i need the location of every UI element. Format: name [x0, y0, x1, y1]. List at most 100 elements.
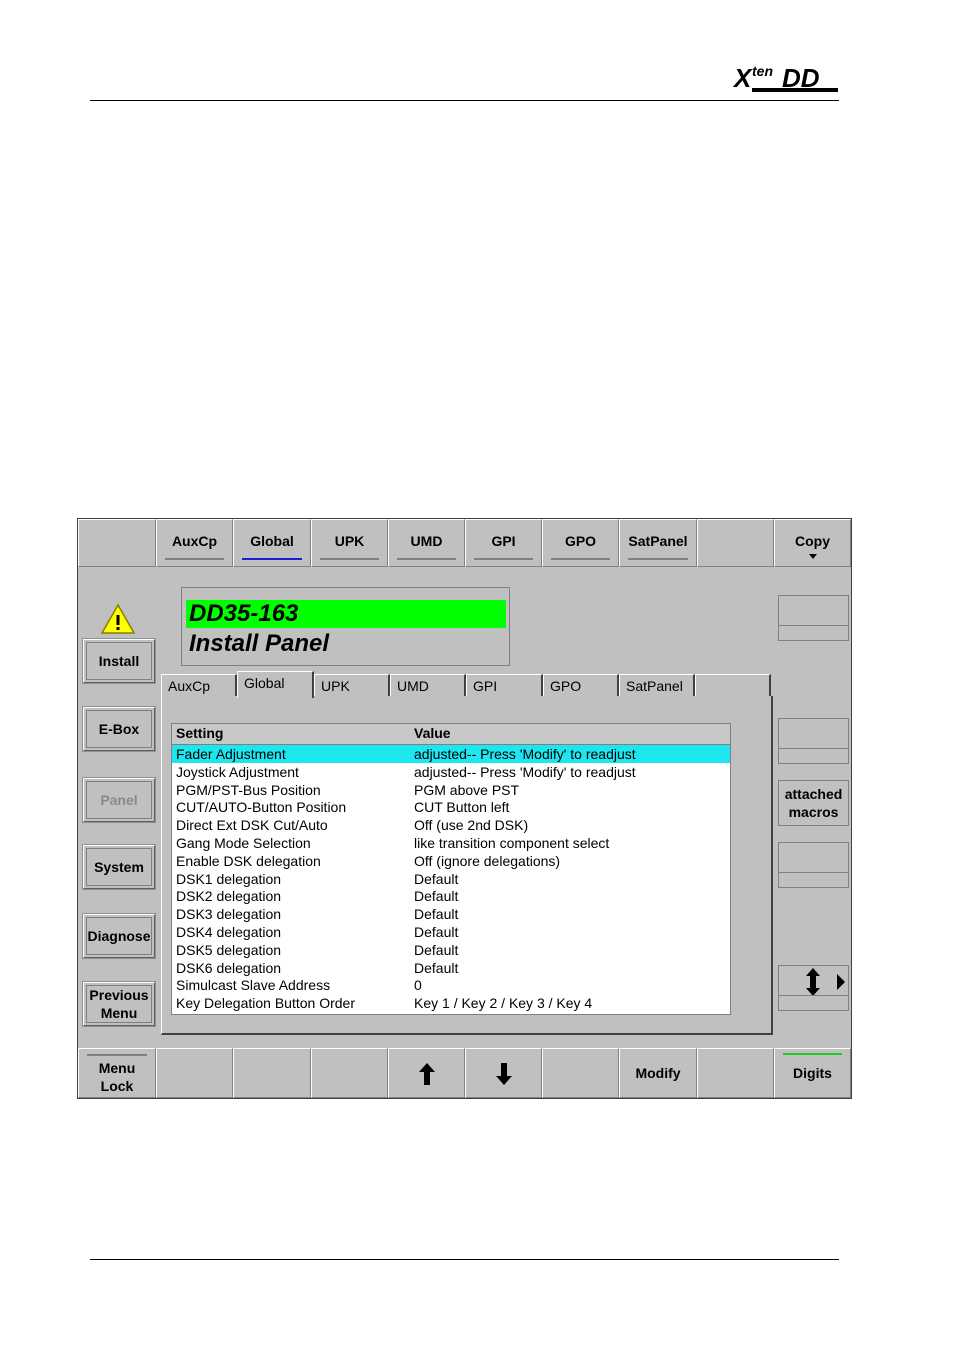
value-cell: Default	[414, 888, 459, 905]
table-row[interactable]: Direct Ext DSK Cut/Auto Off (use 2nd DSK)	[172, 816, 730, 834]
table-row[interactable]: PGM/PST-Bus Position PGM above PST	[172, 781, 730, 799]
value-cell: PGM above PST	[414, 781, 520, 798]
copy-button[interactable]: Copy	[774, 519, 851, 567]
value-cell: adjusted-- Press 'Modify' to readjust	[414, 763, 636, 780]
previous-menu-button[interactable]: Previous Menu	[82, 981, 156, 1027]
bottom-empty-2	[233, 1048, 311, 1098]
bottom-empty-3	[311, 1048, 388, 1098]
tab-gpi[interactable]: GPI	[465, 519, 542, 567]
chevron-down-icon	[808, 554, 817, 559]
scroll-down-button[interactable]	[465, 1048, 542, 1098]
arrow-down-icon	[496, 1063, 512, 1085]
setting-cell: Key Delegation Button Order	[176, 995, 355, 1012]
scroll-up-button[interactable]	[388, 1048, 465, 1098]
subtab-empty[interactable]	[695, 674, 771, 697]
subtab-gpi[interactable]: GPI	[466, 674, 543, 697]
svg-text:ten: ten	[752, 63, 773, 79]
setting-cell: Fader Adjustment	[176, 746, 286, 762]
table-row[interactable]: Enable DSK delegation Off (ignore delegat…	[172, 852, 730, 870]
value-cell: Default	[414, 924, 459, 940]
setting-cell: Direct Ext DSK Cut/Auto	[176, 817, 328, 834]
value-cell: CUT Button left	[414, 799, 510, 816]
setting-cell: PGM/PST-Bus Position	[176, 781, 321, 798]
warning-icon	[100, 603, 136, 634]
digits-button[interactable]: Digits	[774, 1048, 851, 1098]
system-button[interactable]: System	[82, 844, 156, 890]
tab-auxcp[interactable]: AuxCp	[156, 519, 233, 567]
e-box-button[interactable]: E-Box	[82, 706, 156, 752]
tab-gpo[interactable]: GPO	[542, 519, 619, 567]
menu-lock-button[interactable]: Menu Lock	[78, 1048, 156, 1098]
table-row[interactable]: Joystick Adjustment adjusted-- Press 'Mod…	[172, 763, 730, 781]
setting-cell: DSK6 delegation	[176, 959, 282, 976]
value-cell: Off (ignore delegations)	[414, 852, 561, 869]
scroll-control[interactable]	[778, 965, 849, 1011]
table-row[interactable]: DSK4 delegation Default	[172, 923, 730, 941]
header-rule	[90, 100, 839, 101]
value-cell: Default	[414, 941, 459, 958]
footer-rule	[90, 1259, 839, 1260]
setting-cell: DSK3 delegation	[176, 906, 282, 923]
subtab-umd[interactable]: UMD	[390, 674, 466, 697]
tab-global[interactable]: Global	[233, 519, 311, 567]
value-cell: Key 1 / Key 2 / Key 3 / Key 4	[414, 995, 593, 1012]
title-box: DD35-163 Install Panel	[181, 587, 510, 666]
updown-arrow-icon	[806, 968, 845, 996]
value-cell: 0	[414, 977, 422, 994]
bottom-empty-1	[156, 1048, 233, 1098]
panel-button[interactable]: Panel	[82, 777, 156, 823]
table-row[interactable]: Key Delegation Button Order Key 1 / Key 2…	[172, 994, 730, 1012]
tab-content: Setting Value Fader Adjustment adjusted--…	[161, 696, 773, 1035]
modify-button[interactable]: Modify	[619, 1048, 697, 1098]
value-cell: Default	[414, 870, 459, 887]
setting-cell: Joystick Adjustment	[176, 763, 299, 780]
tab-upk[interactable]: UPK	[311, 519, 388, 567]
value-cell: Off (use 2nd DSK)	[414, 817, 529, 834]
table-row[interactable]: DSK2 delegation Default	[172, 887, 730, 905]
diagnose-button[interactable]: Diagnose	[82, 913, 156, 959]
device-name: DD35-163	[186, 600, 506, 628]
table-row[interactable]: DSK6 delegation Default	[172, 959, 730, 977]
table-row[interactable]: Fader Adjustment adjusted-- Press 'Modify…	[172, 745, 730, 763]
value-cell: like transition component select	[414, 835, 610, 851]
subtab-satpanel[interactable]: SatPanel	[619, 674, 695, 697]
value-cell: adjusted-- Press 'Modify' to readjust	[414, 746, 636, 762]
subtab-auxcp[interactable]: AuxCp	[161, 674, 237, 697]
subtab-upk[interactable]: UPK	[314, 674, 390, 697]
svg-text:X: X	[732, 63, 753, 93]
top-empty-right	[697, 519, 774, 567]
right-slot-1[interactable]	[778, 595, 849, 641]
bottom-empty-5	[697, 1048, 774, 1098]
tab-satpanel[interactable]: SatPanel	[619, 519, 697, 567]
table-row[interactable]: Simulcast Slave Address 0	[172, 976, 730, 994]
arrow-up-icon	[419, 1063, 435, 1085]
setting-cell: DSK5 delegation	[176, 941, 282, 958]
setting-cell: CUT/AUTO-Button Position	[176, 799, 347, 816]
table-row[interactable]: DSK3 delegation Default	[172, 905, 730, 923]
table-row[interactable]: Gang Mode Selection like transition compo…	[172, 834, 730, 852]
install-button[interactable]: Install	[82, 638, 156, 684]
table-header: Setting Value	[172, 724, 730, 745]
setting-cell: Enable DSK delegation	[176, 852, 321, 869]
value-cell: Default	[414, 906, 459, 923]
setting-cell: DSK2 delegation	[176, 888, 282, 905]
tab-umd[interactable]: UMD	[388, 519, 465, 567]
table-row[interactable]: DSK5 delegation Default	[172, 941, 730, 959]
bottom-empty-4	[542, 1048, 619, 1098]
subtab-global[interactable]: Global	[237, 671, 314, 698]
table-row[interactable]: DSK1 delegation Default	[172, 870, 730, 888]
settings-table: Setting Value Fader Adjustment adjusted--…	[171, 723, 731, 1015]
subtab-gpo[interactable]: GPO	[543, 674, 619, 697]
table-row[interactable]: CUT/AUTO-Button Position CUT Button left	[172, 798, 730, 816]
setting-cell: Gang Mode Selection	[176, 835, 311, 851]
right-slot-2[interactable]	[778, 718, 849, 764]
install-panel-screen: AuxCp Global UPK UMD GPI GPO SatPanel Co…	[77, 518, 852, 1099]
top-empty-left	[78, 519, 156, 567]
attached-macros-button[interactable]: attached macros	[778, 780, 849, 826]
page-title: Install Panel	[189, 630, 330, 657]
setting-cell: DSK4 delegation	[176, 924, 282, 940]
setting-cell: DSK1 delegation	[176, 870, 282, 887]
value-cell: Default	[414, 959, 459, 976]
right-slot-3[interactable]	[778, 842, 849, 888]
setting-cell: Simulcast Slave Address	[176, 977, 331, 994]
